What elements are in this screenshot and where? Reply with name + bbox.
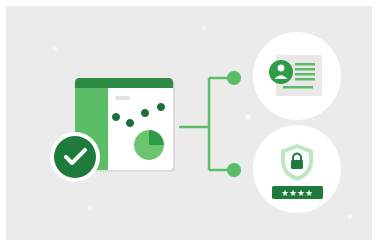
connector-node-top — [227, 71, 241, 85]
password-field-icon: ★ ★ ★ ★ — [272, 186, 323, 199]
illustration: ★ ★ ★ ★ — [0, 0, 378, 246]
id-card-line — [295, 63, 315, 66]
id-card-line — [283, 86, 313, 89]
shield-lock-icon — [253, 125, 341, 213]
sparkle — [87, 205, 93, 211]
avatar-head — [277, 64, 285, 72]
password-stars: ★ ★ ★ ★ — [281, 189, 313, 199]
scatter-point — [141, 109, 149, 117]
connector-node-bottom — [227, 163, 241, 177]
id-card-line — [295, 68, 315, 71]
sparkle — [52, 46, 58, 52]
check-circle — [54, 136, 96, 178]
profile-card-icon — [253, 32, 341, 120]
sparkle — [201, 25, 207, 31]
avatar-circle — [269, 60, 293, 84]
password-star: ★ — [305, 189, 313, 199]
check-circle-icon — [50, 132, 100, 182]
scatter-point — [112, 113, 120, 121]
id-card-line — [295, 78, 315, 81]
window-skeleton-bar — [115, 96, 130, 100]
password-star: ★ — [281, 189, 289, 199]
id-card-line — [295, 73, 315, 76]
password-star: ★ — [289, 189, 297, 199]
window-header — [75, 78, 173, 88]
illustration-canvas: ★ ★ ★ ★ — [6, 6, 372, 240]
sparkle — [347, 214, 353, 220]
scatter-point — [126, 119, 134, 127]
sparkle — [245, 114, 251, 120]
scatter-point — [157, 103, 165, 111]
lock-body — [291, 160, 303, 169]
password-star: ★ — [297, 189, 305, 199]
